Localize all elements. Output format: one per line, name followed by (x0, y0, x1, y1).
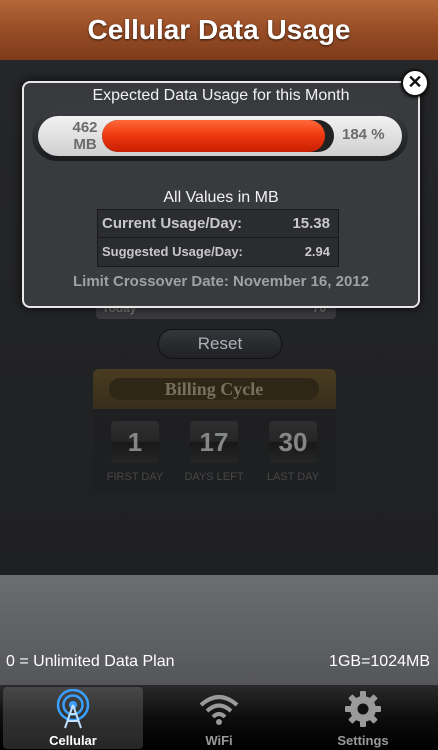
expected-usage-popup: Expected Data Usage for this Month 462 M… (22, 81, 420, 308)
unit-conversion-note: 1GB=1024MB (329, 653, 430, 670)
gauge-face: 462 MB 184 % (38, 116, 402, 156)
gauge-percent: 184 % (342, 126, 385, 143)
header-bar: Cellular Data Usage (0, 0, 438, 60)
tab-label: Settings (337, 733, 389, 748)
gauge-fill-bar (102, 120, 325, 152)
stat-row-current: Current Usage/Day: 15.38 (98, 210, 338, 238)
billing-cycle-title: Billing Cycle (109, 378, 319, 400)
tab-bar: Cellular WiFi Settings (0, 685, 438, 750)
cellular-tower-icon (3, 689, 143, 729)
page-title: Cellular Data Usage (87, 14, 351, 45)
stat-row-suggested: Suggested Usage/Day: 2.94 (98, 238, 338, 265)
billing-cycle-header: Billing Cycle (93, 369, 336, 409)
limit-crossover-date: Limit Crossover Date: November 16, 2012 (73, 273, 369, 290)
first-day-label: FIRST DAY (106, 471, 164, 483)
stat-label: Current Usage/Day: (102, 215, 243, 232)
days-left-counter: 17 (190, 421, 238, 463)
billing-cycle-panel: Billing Cycle 1 17 30 FIRST DAY DAYS LEF… (93, 369, 336, 494)
usage-stats-table: Current Usage/Day: 15.38 Suggested Usage… (97, 209, 339, 267)
tab-settings[interactable]: Settings (293, 687, 433, 749)
reset-button[interactable]: Reset (158, 329, 282, 359)
last-day-counter[interactable]: 30 (269, 421, 317, 463)
stat-value: 15.38 (292, 215, 330, 232)
wifi-icon (149, 689, 289, 729)
gear-icon (293, 689, 433, 729)
stat-label: Suggested Usage/Day: (102, 244, 243, 259)
tab-label: WiFi (205, 733, 233, 748)
close-popup-button[interactable]: ✕ (401, 69, 429, 97)
first-day-counter[interactable]: 1 (111, 421, 159, 463)
usage-gauge: 462 MB 184 % (32, 111, 408, 161)
last-day-label: LAST DAY (266, 471, 320, 483)
tab-label: Cellular (49, 733, 97, 748)
units-note: All Values in MB (163, 189, 279, 206)
unlimited-plan-note: 0 = Unlimited Data Plan (6, 653, 175, 670)
days-left-label: DAYS LEFT (184, 471, 244, 483)
tab-wifi[interactable]: WiFi (149, 687, 289, 749)
popup-title: Expected Data Usage for this Month (92, 87, 350, 104)
stat-value: 2.94 (304, 244, 330, 259)
gauge-track (102, 120, 334, 152)
tab-cellular[interactable]: Cellular (3, 687, 143, 749)
close-icon: ✕ (407, 72, 423, 92)
